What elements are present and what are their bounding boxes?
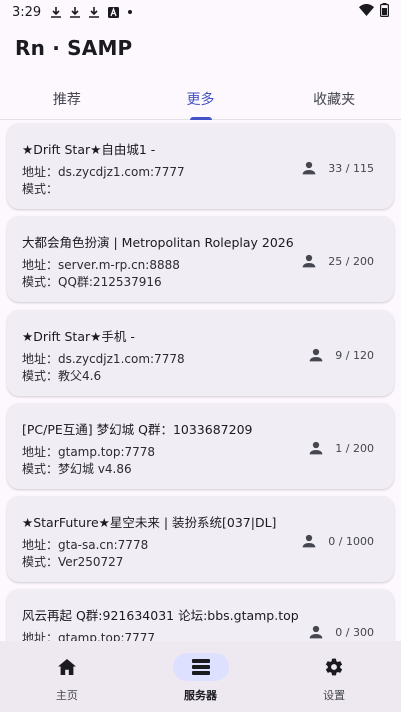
- battery-icon: [380, 3, 390, 21]
- server-address: 地址：gtamp.top:7777: [22, 631, 156, 641]
- download-icon: [49, 5, 63, 19]
- server-list[interactable]: ★Drift Star★自由城1 - 地址：ds.zycdjz1.com:777…: [0, 121, 401, 641]
- server-card[interactable]: ★Drift Star★手机 - 地址：ds.zycdjz1.com:7778 …: [7, 310, 394, 396]
- server-mode: 模式：教父4.6: [22, 369, 102, 383]
- server-name: 大都会角色扮演 | Metropolitan Roleplay 2026: [22, 235, 294, 250]
- dot-icon: [128, 10, 133, 14]
- tab-recommended[interactable]: 推荐: [0, 78, 134, 119]
- player-count-text: 1 / 200: [335, 441, 374, 455]
- player-count-text: 9 / 120: [335, 348, 374, 362]
- server-name: ★StarFuture★星空未来 | 装扮系统[037|DL]: [22, 515, 277, 530]
- server-mode: 模式：Ver250727: [22, 555, 124, 569]
- bottom-nav: 主页 服务器 设置: [0, 641, 401, 712]
- server-name: 风云再起 Q群:921634031 论坛:bbs.gtamp.top: [22, 608, 299, 623]
- home-icon: [39, 653, 95, 681]
- person-icon: [309, 625, 323, 639]
- wifi-icon: [359, 4, 374, 20]
- server-list-icon: [172, 653, 229, 681]
- player-count: 9 / 120: [307, 346, 374, 364]
- player-count: 0 / 1000: [300, 532, 374, 550]
- person-icon: [302, 254, 316, 268]
- tab-favorites[interactable]: 收藏夹: [267, 78, 401, 119]
- server-name: ★Drift Star★自由城1 -: [22, 142, 156, 157]
- player-count-text: 25 / 200: [328, 254, 374, 268]
- server-card[interactable]: 风云再起 Q群:921634031 论坛:bbs.gtamp.top 地址：gt…: [7, 589, 394, 641]
- person-icon: [302, 534, 316, 548]
- server-name: ★Drift Star★手机 -: [22, 329, 135, 344]
- player-count: 0 / 300: [307, 623, 374, 641]
- nav-settings[interactable]: 设置: [267, 641, 401, 712]
- server-name: [PC/PE互通] 梦幻城 Q群：1033687209: [22, 422, 253, 437]
- player-count-text: 0 / 1000: [328, 534, 374, 548]
- status-bar: 3:29: [0, 0, 401, 24]
- server-mode: 模式：QQ群:212537916: [22, 275, 162, 289]
- nav-home-label: 主页: [55, 689, 78, 702]
- tab-more[interactable]: 更多: [134, 78, 268, 120]
- server-card[interactable]: [PC/PE互通] 梦幻城 Q群：1033687209 地址：gtamp.top…: [7, 403, 394, 489]
- settings-icon: [306, 653, 362, 681]
- status-time: 3:29: [12, 4, 42, 20]
- a-icon: [106, 5, 120, 19]
- nav-servers-label: 服务器: [184, 689, 217, 702]
- player-count: 33 / 115: [300, 159, 374, 177]
- server-address: 地址：ds.zycdjz1.com:7777: [22, 165, 185, 179]
- person-icon: [309, 348, 323, 362]
- server-card[interactable]: 大都会角色扮演 | Metropolitan Roleplay 2026 地址：…: [7, 216, 394, 302]
- person-icon: [309, 441, 323, 455]
- nav-settings-label: 设置: [323, 689, 346, 702]
- player-count: 25 / 200: [300, 252, 374, 270]
- server-address: 地址：server.m-rp.cn:8888: [22, 258, 180, 272]
- player-count-text: 33 / 115: [328, 161, 374, 175]
- server-mode: 模式：: [22, 182, 59, 196]
- tab-bar: 推荐 更多 收藏夹: [0, 78, 401, 120]
- person-icon: [302, 161, 316, 175]
- server-address: 地址：gta-sa.cn:7778: [22, 538, 149, 552]
- server-mode: 模式：梦幻城 v4.86: [22, 462, 132, 476]
- download-icon: [68, 5, 82, 19]
- server-card[interactable]: ★Drift Star★自由城1 - 地址：ds.zycdjz1.com:777…: [7, 123, 394, 209]
- download-icon: [87, 5, 101, 19]
- player-count-text: 0 / 300: [335, 625, 374, 639]
- app-title: Rn · SAMP: [15, 36, 133, 60]
- nav-home[interactable]: 主页: [0, 641, 134, 712]
- server-address: 地址：gtamp.top:7778: [22, 445, 156, 459]
- nav-servers[interactable]: 服务器: [134, 641, 268, 712]
- player-count: 1 / 200: [307, 439, 374, 457]
- server-card[interactable]: ★StarFuture★星空未来 | 装扮系统[037|DL] 地址：gta-s…: [7, 496, 394, 582]
- server-address: 地址：ds.zycdjz1.com:7778: [22, 352, 185, 366]
